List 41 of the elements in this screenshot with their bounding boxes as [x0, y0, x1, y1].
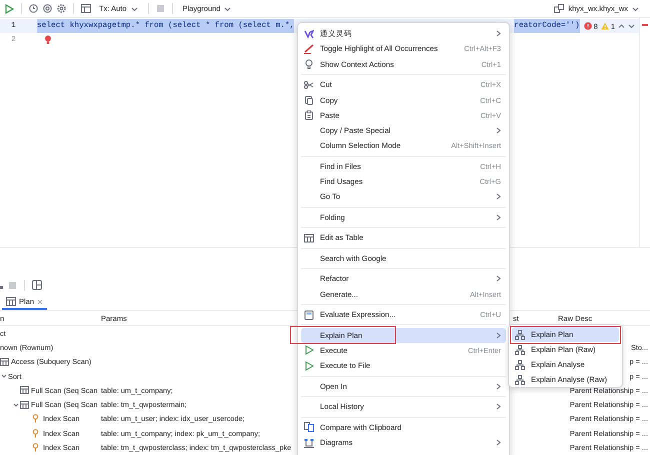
target-icon[interactable] [43, 4, 52, 13]
layout-icon[interactable] [32, 280, 42, 290]
hierarchy-icon [515, 330, 525, 340]
copy-icon [304, 95, 314, 106]
lightbulb-icon[interactable] [44, 35, 52, 45]
pencil-icon [304, 44, 314, 54]
table-icon [20, 386, 29, 394]
hierarchy-icon [515, 360, 525, 370]
key-icon [32, 428, 39, 438]
play-icon [304, 360, 314, 371]
logo-icon [304, 28, 314, 39]
hierarchy-icon [515, 374, 525, 384]
error-stripe-icon [642, 24, 648, 26]
table-icon [20, 400, 29, 409]
chevron-down-icon[interactable] [628, 23, 635, 29]
settings-icon[interactable] [57, 4, 66, 13]
table-icon [6, 297, 16, 306]
error-icon[interactable] [584, 22, 592, 30]
run-icon[interactable] [4, 4, 14, 14]
table-icon [0, 358, 9, 366]
table-icon[interactable] [81, 4, 91, 13]
close-icon[interactable] [37, 298, 44, 304]
lightbulb-icon [304, 59, 314, 70]
chevron-down-icon[interactable] [1, 373, 7, 380]
clock-icon[interactable] [29, 4, 38, 13]
calculator-icon [304, 310, 314, 320]
chevron-up-icon[interactable] [618, 23, 625, 29]
caret-icon [224, 6, 232, 12]
diagram-icon [304, 438, 314, 448]
caret-icon [130, 6, 138, 12]
table-icon [304, 232, 314, 243]
database-icon [554, 4, 564, 13]
chevron-down-icon[interactable] [13, 402, 19, 408]
play-icon [304, 345, 314, 356]
hierarchy-icon [515, 344, 525, 354]
key-icon [32, 443, 39, 452]
clipboard-icon [304, 110, 314, 120]
scissors-icon [304, 80, 314, 90]
key-icon [32, 414, 39, 424]
compare-icon [304, 422, 314, 432]
caret-icon [632, 6, 639, 12]
